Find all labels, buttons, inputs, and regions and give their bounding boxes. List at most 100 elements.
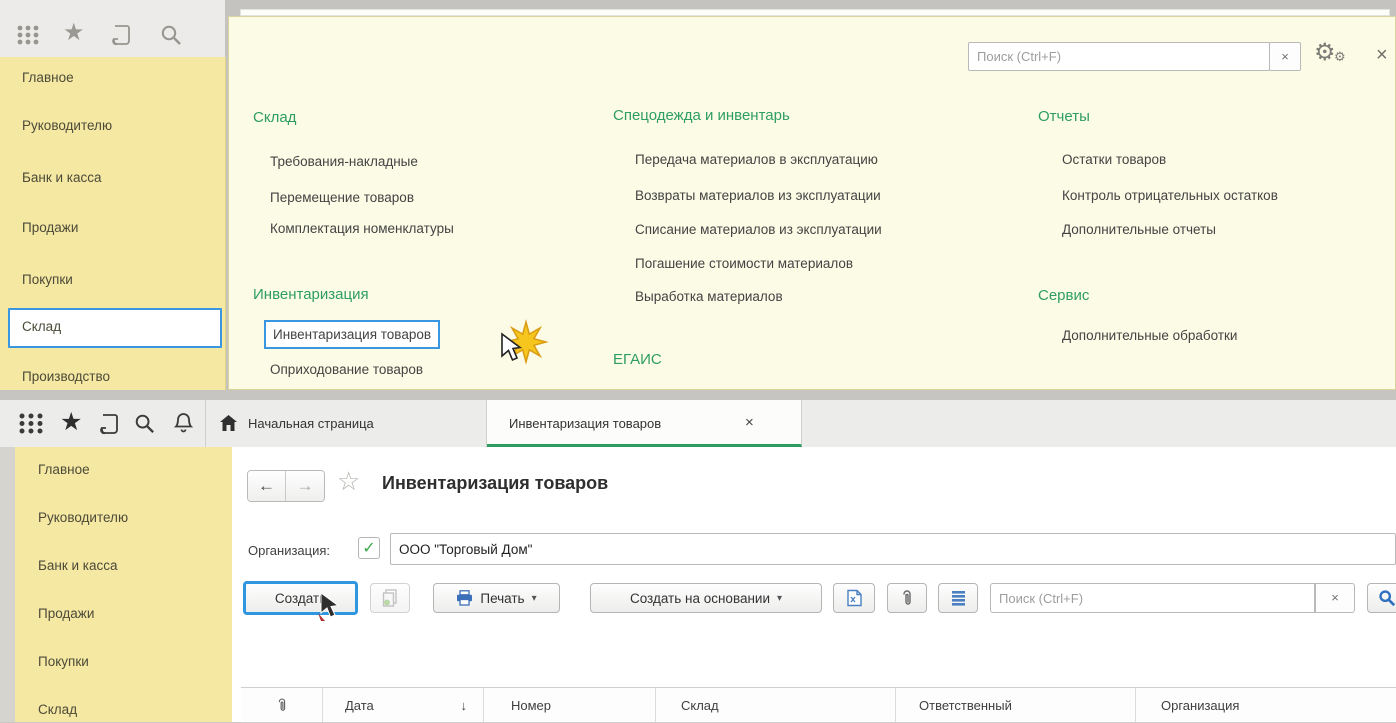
- history-icon: [110, 23, 134, 47]
- global-search-button[interactable]: [134, 413, 156, 440]
- menu-item-additional-processing[interactable]: Дополнительные обработки: [1062, 328, 1237, 343]
- back-button[interactable]: ←: [248, 471, 286, 501]
- group-header-service: Сервис: [1038, 287, 1089, 304]
- group-header-egais: ЕГАИС: [613, 351, 662, 368]
- menu-item-stock-assembly[interactable]: Комплектация номенклатуры: [270, 221, 454, 236]
- paperclip-icon: [900, 589, 914, 608]
- notifications-button[interactable]: [172, 412, 195, 440]
- sidebar-item-purchases[interactable]: Покупки: [38, 654, 89, 669]
- menu-item-materials-return[interactable]: Возвраты материалов из эксплуатации: [635, 188, 881, 203]
- sidebar-item-main[interactable]: Главное: [22, 70, 74, 85]
- create-based-on-label: Создать на основании: [630, 591, 770, 606]
- nav-button-group: ← →: [247, 470, 325, 502]
- sidebar-item-sales[interactable]: Продажи: [38, 606, 94, 621]
- list-settings-button[interactable]: [938, 583, 978, 613]
- group-header-warehouse: Склад: [253, 109, 296, 126]
- left-gutter: [0, 447, 15, 722]
- panel-settings-button[interactable]: ⚙⚙: [1314, 38, 1336, 67]
- forward-arrow-icon: →: [297, 476, 314, 496]
- tab-goods-inventory-active[interactable]: Инвентаризация товаров ×: [487, 400, 802, 447]
- column-header-warehouse[interactable]: Склад: [656, 688, 896, 722]
- sidebar-item-main[interactable]: Главное: [38, 462, 90, 477]
- organization-input[interactable]: [390, 533, 1396, 565]
- tab-home-page[interactable]: Начальная страница: [205, 400, 487, 447]
- add-to-favorites-button[interactable]: ☆: [337, 466, 360, 497]
- click-starburst-cursor: [494, 318, 558, 378]
- menu-item-materials-writeoff[interactable]: Списание материалов из эксплуатации: [635, 222, 882, 237]
- sidebar-item-bank-cash[interactable]: Банк и касса: [22, 170, 102, 185]
- close-icon: ×: [1376, 44, 1388, 66]
- bell-icon: [172, 412, 195, 435]
- table-header-row: Дата ↓ Номер Склад Ответственный Организ…: [241, 687, 1396, 723]
- sidebar-item-purchases[interactable]: Покупки: [22, 272, 73, 287]
- star-icon: ★: [63, 19, 85, 46]
- menu-item-goods-balance[interactable]: Остатки товаров: [1062, 152, 1166, 167]
- menu-item-requisition-invoices[interactable]: Требования-накладные: [270, 154, 418, 169]
- search-icon: [134, 413, 156, 435]
- close-icon: ×: [745, 414, 754, 431]
- copy-button[interactable]: [370, 583, 410, 613]
- clear-icon: ×: [1281, 49, 1289, 64]
- organization-filter-checkbox[interactable]: ✓: [358, 537, 380, 559]
- check-icon: ✓: [362, 538, 375, 558]
- organization-label: Организация:: [248, 543, 330, 558]
- attachments-button[interactable]: [887, 583, 927, 613]
- group-header-reports: Отчеты: [1038, 108, 1090, 125]
- panel-close-button[interactable]: ×: [1376, 44, 1388, 67]
- history-button[interactable]: [110, 23, 134, 52]
- tab-close-button[interactable]: ×: [745, 414, 754, 431]
- create-based-on-button[interactable]: Создать на основании ▾: [590, 583, 822, 613]
- list-search-input[interactable]: [990, 583, 1315, 613]
- sidebar-item-manager[interactable]: Руководителю: [22, 118, 112, 133]
- favorites-button[interactable]: ★: [63, 18, 85, 47]
- main-menu-button[interactable]: [16, 24, 42, 51]
- global-search-button[interactable]: [160, 24, 183, 52]
- bottom-sidebar: Главное Руководителю Банк и касса Продаж…: [15, 447, 233, 722]
- sidebar-item-manager[interactable]: Руководителю: [38, 510, 128, 525]
- background-tab-strip: [240, 9, 1390, 16]
- window-top-strip: [0, 390, 1396, 400]
- menu-item-goods-posting[interactable]: Оприходование товаров: [270, 362, 423, 377]
- load-file-button[interactable]: [833, 583, 875, 613]
- print-button-label: Печать: [480, 591, 524, 606]
- menu-item-materials-transfer[interactable]: Передача материалов в эксплуатацию: [635, 152, 878, 167]
- column-header-responsible[interactable]: Ответственный: [896, 688, 1136, 722]
- sidebar-item-bank-cash[interactable]: Банк и касса: [38, 558, 118, 573]
- menu-item-cost-repayment[interactable]: Погашение стоимости материалов: [635, 256, 853, 271]
- column-header-date[interactable]: Дата ↓: [323, 688, 484, 722]
- panel-search-input[interactable]: [968, 42, 1270, 71]
- sort-descending-icon: ↓: [461, 698, 468, 713]
- top-sidebar: Главное Руководителю Банк и касса Продаж…: [0, 57, 226, 390]
- column-label: Ответственный: [919, 698, 1012, 713]
- find-button[interactable]: [1367, 583, 1396, 613]
- menu-item-negative-balance-control[interactable]: Контроль отрицательных остатков: [1062, 188, 1278, 203]
- bottom-toolbar: ★ Начальная страница: [0, 400, 1396, 448]
- list-search-clear-button[interactable]: ×: [1315, 583, 1355, 613]
- menu-item-goods-inventory-highlighted[interactable]: Инвентаризация товаров: [264, 320, 440, 349]
- column-header-number[interactable]: Номер: [484, 688, 656, 722]
- menu-item-additional-reports[interactable]: Дополнительные отчеты: [1062, 222, 1216, 237]
- tab-label: Начальная страница: [248, 400, 374, 447]
- column-label: Склад: [681, 698, 719, 713]
- panel-search-clear-button[interactable]: ×: [1269, 42, 1301, 71]
- column-header-attachments: [241, 688, 323, 722]
- clear-icon: ×: [1331, 590, 1339, 605]
- sidebar-item-warehouse[interactable]: Склад: [38, 702, 77, 717]
- sidebar-item-sales[interactable]: Продажи: [22, 220, 78, 235]
- top-toolbar: ★: [0, 0, 225, 58]
- favorites-button[interactable]: ★: [60, 407, 82, 437]
- forward-button[interactable]: →: [286, 471, 324, 501]
- sidebar-item-warehouse-selected[interactable]: Склад: [22, 319, 61, 334]
- column-header-organization[interactable]: Организация: [1136, 688, 1396, 722]
- grid-menu-icon: [18, 412, 45, 435]
- sidebar-item-production[interactable]: Производство: [22, 369, 110, 384]
- history-button[interactable]: [98, 412, 122, 441]
- main-menu-button[interactable]: [18, 412, 45, 440]
- home-icon: [219, 414, 238, 432]
- star-icon: ★: [60, 408, 82, 436]
- menu-item-goods-movement[interactable]: Перемещение товаров: [270, 190, 414, 205]
- menu-item-materials-output[interactable]: Выработка материалов: [635, 289, 783, 304]
- gear-icon: ⚙: [1314, 39, 1336, 66]
- print-button[interactable]: Печать ▾: [433, 583, 560, 613]
- dropdown-caret-icon: ▾: [532, 593, 537, 604]
